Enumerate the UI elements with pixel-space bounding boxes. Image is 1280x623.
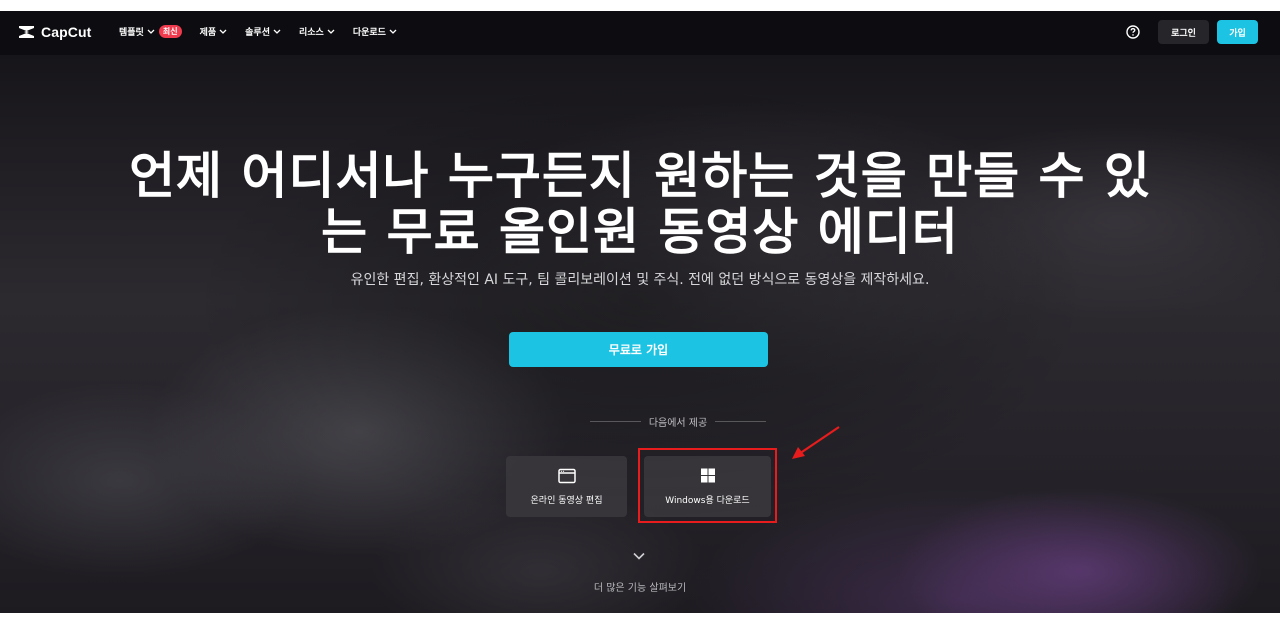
new-badge: 최신 [158, 25, 182, 38]
signup-free-button[interactable]: 무료로 가입 [509, 332, 768, 367]
online-editor-label: 온라인 동영상 편집 [530, 495, 603, 506]
offered-label: 다음에서 제공 [648, 417, 708, 429]
chevron-down-icon [327, 29, 335, 34]
menu-item-templates[interactable]: 템플릿 최신 [119, 25, 182, 38]
logo-text: CapCut [41, 24, 92, 40]
hero-section: CapCut 템플릿 최신 제품 솔루션 리소스 다운로드 로그인 가입 언제 … [0, 11, 1280, 613]
capcut-logo-icon [19, 26, 34, 38]
signup-button[interactable]: 가입 [1217, 20, 1258, 44]
chevron-down-icon[interactable] [631, 551, 647, 561]
explore-more-link[interactable]: 더 많은 기능 살펴보기 [540, 579, 740, 594]
menu-item-download[interactable]: 다운로드 [353, 25, 397, 38]
menu-item-label: 템플릿 [119, 28, 144, 38]
hero-title-line2: 는 무료 올인원 동영상 에디터 [321, 203, 959, 261]
divider-right [715, 420, 767, 422]
main-menu: 템플릿 최신 제품 솔루션 리소스 다운로드 [119, 25, 397, 38]
hero-title-line1: 언제 어디서나 누구든지 원하는 것을 만들 수 있 [129, 147, 1151, 205]
help-icon[interactable] [1126, 25, 1140, 39]
chevron-down-icon [219, 29, 227, 34]
menu-item-products[interactable]: 제품 [200, 25, 228, 38]
login-button[interactable]: 로그인 [1158, 20, 1209, 44]
menu-item-label: 제품 [199, 28, 217, 38]
hero-title: 언제 어디서나 누구든지 원하는 것을 만들 수 있 는 무료 올인원 동영상 … [120, 148, 1160, 260]
browser-window-icon [557, 468, 576, 483]
offered-on: 다음에서 제공 [590, 414, 767, 429]
menu-item-resources[interactable]: 리소스 [299, 25, 335, 38]
online-editor-card[interactable]: 온라인 동영상 편집 [506, 456, 627, 517]
menu-item-solutions[interactable]: 솔루션 [245, 25, 281, 38]
chevron-down-icon [389, 29, 397, 34]
page: CapCut 템플릿 최신 제품 솔루션 리소스 다운로드 로그인 가입 언제 … [0, 0, 1280, 623]
menu-item-label: 리소스 [298, 28, 324, 38]
chevron-down-icon [273, 29, 281, 34]
annotation-arrow-icon [792, 426, 840, 459]
capcut-logo[interactable]: CapCut [18, 24, 91, 40]
chevron-down-icon [147, 29, 155, 34]
hero-subtitle: 유인한 편집, 환상적인 AI 도구, 팀 콜리보레이션 및 주식. 전에 없던… [350, 272, 930, 288]
menu-item-label: 다운로드 [352, 28, 386, 38]
divider-left [590, 420, 641, 422]
menu-item-label: 솔루션 [245, 28, 270, 38]
annotation-highlight-box [638, 448, 777, 523]
top-nav: CapCut 템플릿 최신 제품 솔루션 리소스 다운로드 로그인 가입 [0, 11, 1280, 55]
